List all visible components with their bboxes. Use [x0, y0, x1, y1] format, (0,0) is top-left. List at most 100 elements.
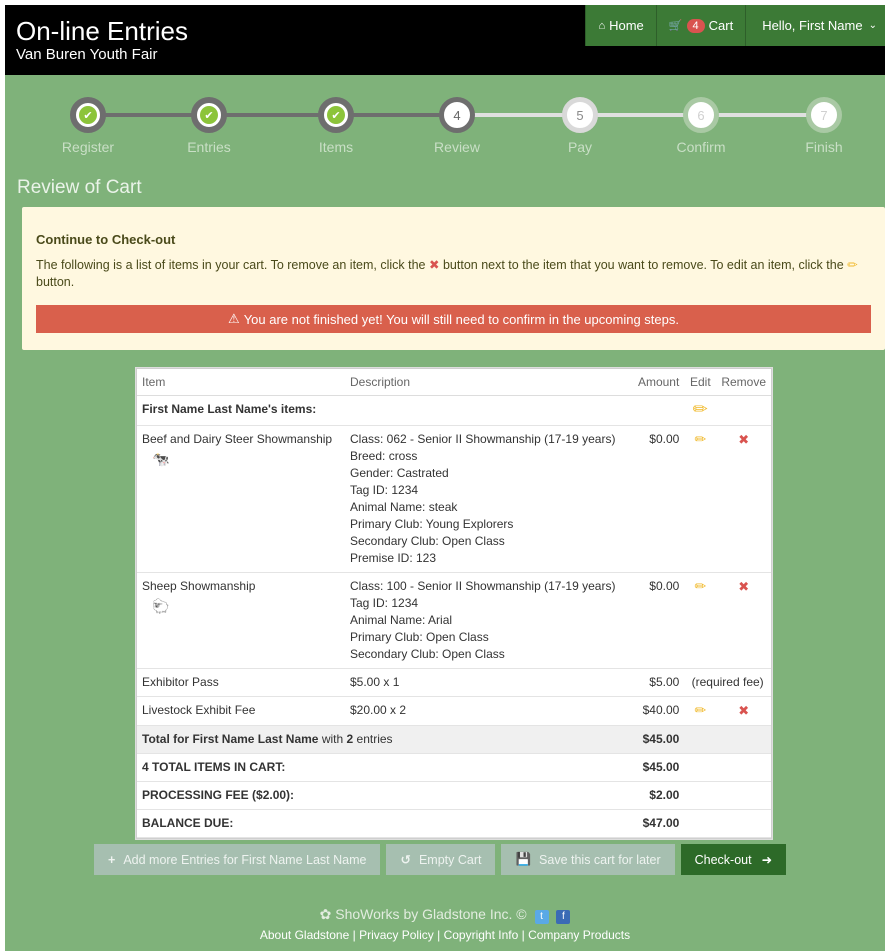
progress-step-register: ✔ Register [62, 97, 114, 155]
desc-line: Premise ID: 123 [350, 551, 437, 565]
nav-user-menu[interactable]: Hello, First Name ⌄ [745, 5, 885, 46]
summary-empty [684, 781, 771, 810]
nav-user-label: Hello, First Name [762, 18, 863, 33]
item-name: Beef and Dairy Steer Showmanship [142, 432, 333, 446]
total-label: Total for First Name Last Name with 2 en… [137, 725, 623, 754]
desc-line: Gender: Castrated [350, 466, 449, 480]
footer-link-about[interactable]: About Gladstone [260, 928, 349, 942]
step-label: Pay [567, 139, 593, 155]
arrow-right-icon: ➜ [761, 853, 773, 867]
progress-track-pending [458, 113, 828, 117]
cart-icon: 🛒 [668, 20, 683, 32]
remove-x-icon[interactable]: ✖ [738, 579, 749, 594]
alert-text: The following is a list of items in your… [36, 257, 871, 291]
check-icon: ✔ [79, 106, 97, 124]
table-row: Beef and Dairy Steer Showmanship 🐄 Class… [137, 425, 771, 573]
required-fee-note: (required fee) [684, 668, 771, 697]
remove-x-icon[interactable]: ✖ [738, 432, 749, 447]
total-items-label: 4 TOTAL ITEMS IN CART: [137, 753, 623, 782]
total-row: Total for First Name Last Name with 2 en… [137, 725, 771, 754]
desc-line: Secondary Club: Open Class [350, 534, 505, 548]
brand[interactable]: On-line Entries Van Buren Youth Fair [16, 16, 188, 64]
col-amount: Amount [622, 369, 685, 396]
col-remove: Remove [716, 369, 771, 396]
remove-cell: ✖ [716, 696, 771, 726]
summary-row: BALANCE DUE: $47.00 [137, 809, 771, 838]
remove-x-icon: ✖ [429, 258, 440, 272]
step-label: Entries [187, 139, 231, 155]
cart-table: Item Description Amount Edit Remove Firs… [136, 368, 772, 839]
amount-cell: $0.00 [622, 572, 685, 669]
step-circle: ✔ [70, 97, 106, 133]
checkout-alert: Continue to Check-out The following is a… [22, 207, 885, 350]
pencil-icon[interactable]: ✏ [694, 431, 706, 447]
total-suffix: entries [353, 732, 393, 746]
progress-step-entries: ✔ Entries [187, 97, 231, 155]
item-name: Sheep Showmanship [142, 579, 256, 593]
save-cart-button[interactable]: 💾 Save this cart for later [501, 844, 675, 875]
warning-text: You are not finished yet! You will still… [243, 311, 679, 327]
total-items-amount: $45.00 [622, 753, 685, 782]
remove-cell: ✖ [716, 572, 771, 669]
pencil-icon[interactable]: ✏ [694, 702, 706, 718]
pencil-icon[interactable]: ✏ [694, 578, 706, 594]
chevron-down-icon: ⌄ [868, 20, 877, 31]
save-cart-label: Save this cart for later [539, 852, 661, 867]
amount-cell: $0.00 [622, 425, 685, 573]
step-label: Register [61, 139, 115, 155]
home-icon: ⌂ [598, 19, 606, 32]
desc-line: Tag ID: 1234 [350, 483, 419, 497]
owner-remove-cell [716, 395, 771, 426]
col-description: Description [345, 369, 623, 396]
header: On-line Entries Van Buren Youth Fair ⌂ H… [5, 5, 885, 75]
nav-home[interactable]: ⌂ Home [585, 5, 656, 46]
col-item: Item [137, 369, 345, 396]
facebook-icon[interactable]: f [556, 910, 571, 924]
total-amount: $45.00 [622, 725, 685, 754]
edit-cell: ✏ [684, 696, 717, 726]
undo-icon: ↺ [400, 853, 411, 867]
edit-cell: ✏ [684, 425, 717, 573]
empty-cart-button[interactable]: ↺ Empty Cart [386, 844, 496, 875]
description-cell: $20.00 x 2 [345, 696, 623, 726]
owner-label: First Name Last Name's items: [137, 395, 685, 426]
step-circle: 6 [683, 97, 719, 133]
check-icon: ✔ [327, 106, 345, 124]
alert-heading: Continue to Check-out [36, 232, 176, 247]
footer-link-copyright[interactable]: Copyright Info [444, 928, 519, 942]
empty-cart-label: Empty Cart [418, 852, 482, 867]
desc-line: Animal Name: Arial [350, 613, 453, 627]
step-circle: ✔ [191, 97, 227, 133]
remove-x-icon[interactable]: ✖ [738, 703, 749, 718]
step-label: Review [434, 139, 480, 155]
footer-link-products[interactable]: Company Products [528, 928, 630, 942]
page-title: Review of Cart [17, 177, 142, 198]
footer-brand: ShoWorks by Gladstone Inc. © [335, 906, 527, 922]
checkout-button[interactable]: Check-out ➜ [680, 844, 787, 875]
warning-banner: ⚠ You are not finished yet! You will sti… [36, 305, 871, 333]
cart-count-badge: 4 [686, 18, 705, 33]
pencil-icon: ✏ [847, 258, 858, 272]
add-more-entries-button[interactable]: + Add more Entries for First Name Last N… [94, 844, 381, 875]
progress-step-confirm: 6 Confirm [676, 97, 726, 155]
description-cell: Class: 100 - Senior II Showmanship (17-1… [345, 572, 623, 669]
check-icon: ✔ [200, 106, 218, 124]
alert-text-2: button next to the item that you want to… [442, 258, 844, 272]
warning-icon: ⚠ [228, 311, 240, 326]
item-cell: Beef and Dairy Steer Showmanship 🐄 [137, 425, 345, 573]
nav-home-label: Home [609, 18, 644, 33]
pencil-icon[interactable]: ✏ [693, 399, 708, 419]
summary-empty [684, 753, 771, 782]
nav-cart[interactable]: 🛒 4 Cart [655, 5, 746, 46]
progress-track-done [88, 113, 458, 117]
footer-link-privacy[interactable]: Privacy Policy [359, 928, 434, 942]
table-header-row: Item Description Amount Edit Remove [137, 369, 771, 396]
checkout-label: Check-out [694, 852, 752, 867]
footer: ✿ ShoWorks by Gladstone Inc. © t f About… [5, 906, 885, 942]
processing-amount: $2.00 [622, 781, 685, 810]
edit-cell: ✏ [684, 572, 717, 669]
twitter-icon[interactable]: t [534, 910, 549, 924]
desc-line: Breed: cross [350, 449, 418, 463]
nav-cart-label: Cart [708, 18, 734, 33]
amount-cell: $40.00 [622, 696, 685, 726]
